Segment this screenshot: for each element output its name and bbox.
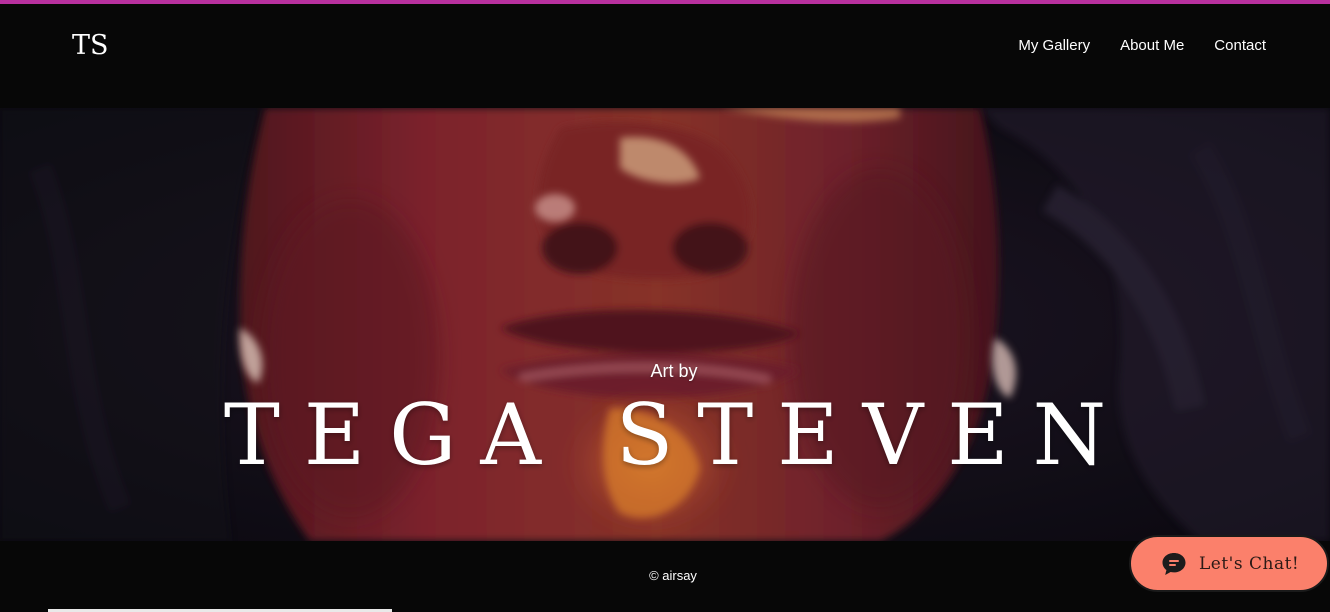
chat-label: Let's Chat! bbox=[1199, 553, 1300, 574]
nav-link-contact[interactable]: Contact bbox=[1214, 37, 1266, 54]
site-logo[interactable]: TS bbox=[72, 30, 109, 61]
main-nav: My Gallery About Me Contact bbox=[1018, 37, 1266, 54]
chat-button[interactable]: Let's Chat! bbox=[1129, 535, 1329, 592]
site-header: TS My Gallery About Me Contact bbox=[0, 4, 1330, 108]
hero-section: Art by TEGA STEVEN bbox=[0, 108, 1330, 541]
hero-title: TEGA STEVEN bbox=[223, 386, 1131, 484]
nav-link-my-gallery[interactable]: My Gallery bbox=[1018, 37, 1090, 54]
hero-kicker: Art by bbox=[650, 361, 698, 381]
nav-link-about-me[interactable]: About Me bbox=[1120, 37, 1184, 54]
chat-bubble-icon bbox=[1161, 551, 1187, 577]
